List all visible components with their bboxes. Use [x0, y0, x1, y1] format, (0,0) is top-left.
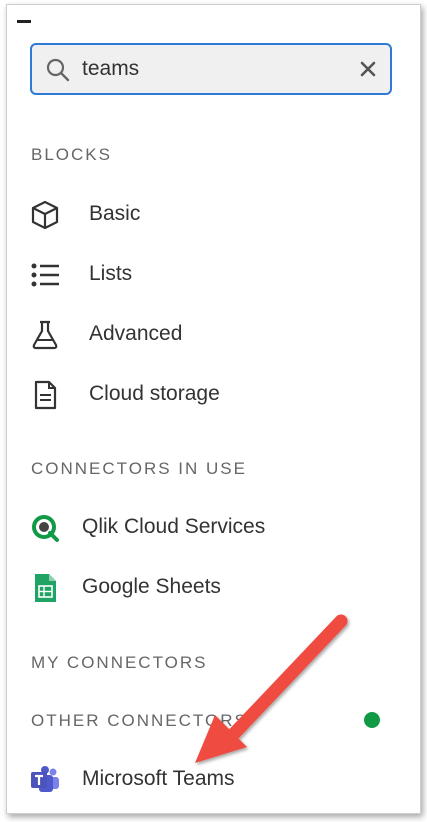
section-header-other-connectors: OTHER CONNECTORS — [31, 711, 248, 730]
connector-item-microsoft-teams[interactable]: Microsoft Teams — [7, 754, 420, 806]
clear-search-icon[interactable] — [358, 59, 378, 79]
search-box[interactable] — [30, 43, 392, 95]
connector-label: Qlik Cloud Services — [82, 515, 266, 538]
collapse-handle[interactable] — [17, 20, 31, 23]
connector-panel: BLOCKS Basic Lists Advanced — [6, 4, 421, 814]
block-item-cloud-storage[interactable]: Cloud storage — [7, 369, 420, 421]
connector-label: Google Sheets — [82, 575, 221, 598]
block-item-advanced[interactable]: Advanced — [7, 309, 420, 361]
block-label: Advanced — [89, 322, 183, 345]
connector-label: Microsoft Teams — [82, 767, 235, 790]
document-icon — [34, 380, 57, 410]
flask-icon — [32, 320, 58, 350]
cube-icon — [31, 200, 59, 230]
block-label: Basic — [89, 202, 141, 225]
connector-item-qlik-cloud-services[interactable]: Qlik Cloud Services — [7, 502, 420, 554]
search-icon — [46, 58, 70, 82]
search-input[interactable] — [82, 53, 352, 85]
section-header-blocks: BLOCKS — [31, 145, 112, 164]
status-dot — [364, 712, 380, 728]
block-label: Cloud storage — [89, 382, 220, 405]
block-label: Lists — [89, 262, 133, 285]
block-item-lists[interactable]: Lists — [7, 249, 420, 301]
block-item-basic[interactable]: Basic — [7, 189, 420, 241]
list-icon — [31, 263, 59, 287]
google-sheets-icon — [35, 574, 56, 602]
section-header-my-connectors: MY CONNECTORS — [31, 653, 208, 672]
qlik-icon — [32, 515, 59, 542]
section-header-connectors-in-use: CONNECTORS IN USE — [31, 459, 247, 478]
microsoft-teams-icon — [31, 766, 59, 792]
connector-item-google-sheets[interactable]: Google Sheets — [7, 562, 420, 614]
